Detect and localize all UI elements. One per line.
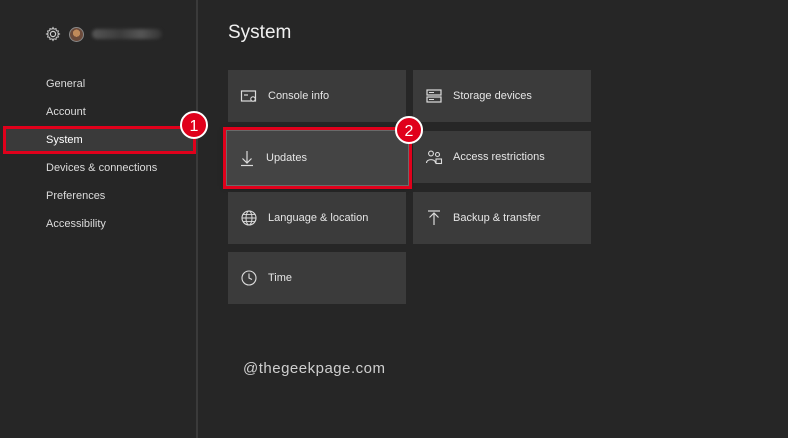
console-info-icon [240,90,257,102]
tile-time[interactable]: Time [228,252,406,304]
tile-label: Console info [268,90,330,102]
profile-header [45,26,162,42]
tile-access-restrictions[interactable]: Access restrictions [413,131,591,183]
tile-backup-transfer[interactable]: Backup & transfer [413,192,591,244]
tile-console-info[interactable]: Console info [228,70,406,122]
sidebar-item-accessibility[interactable]: Accessibility [0,210,196,238]
tile-label: Backup & transfer [453,212,541,224]
tile-storage-devices[interactable]: Storage devices [413,70,591,122]
step-badge-2: 2 [395,116,423,144]
sidebar-item-account[interactable]: Account [0,98,196,126]
download-arrow-icon [241,151,253,167]
settings-sidebar: General Account System Devices & connect… [0,0,198,438]
tile-label: Language & location [268,212,369,224]
page-title: System [228,22,292,43]
upload-arrow-icon [428,210,440,225]
globe-icon [241,210,257,226]
gamertag-redacted [92,29,162,39]
tile-label: Access restrictions [453,151,545,163]
sidebar-item-general[interactable]: General [0,70,196,98]
sidebar-item-devices-connections[interactable]: Devices & connections [0,154,196,182]
tile-label: Updates [266,152,307,164]
sidebar-item-system[interactable]: System [3,126,196,154]
gear-icon[interactable] [45,26,61,42]
step-badge-1: 1 [180,111,208,139]
sidebar-item-preferences[interactable]: Preferences [0,182,196,210]
avatar[interactable] [69,26,84,42]
tile-label: Time [268,272,293,284]
clock-icon [241,270,257,286]
tile-updates[interactable]: Updates [223,127,412,189]
tile-label: Storage devices [453,90,532,102]
watermark: @thegeekpage.com [243,360,386,377]
tile-language-location[interactable]: Language & location [228,192,406,244]
storage-icon [426,89,442,103]
people-lock-icon [425,150,443,165]
sidebar-nav: General Account System Devices & connect… [0,70,196,238]
